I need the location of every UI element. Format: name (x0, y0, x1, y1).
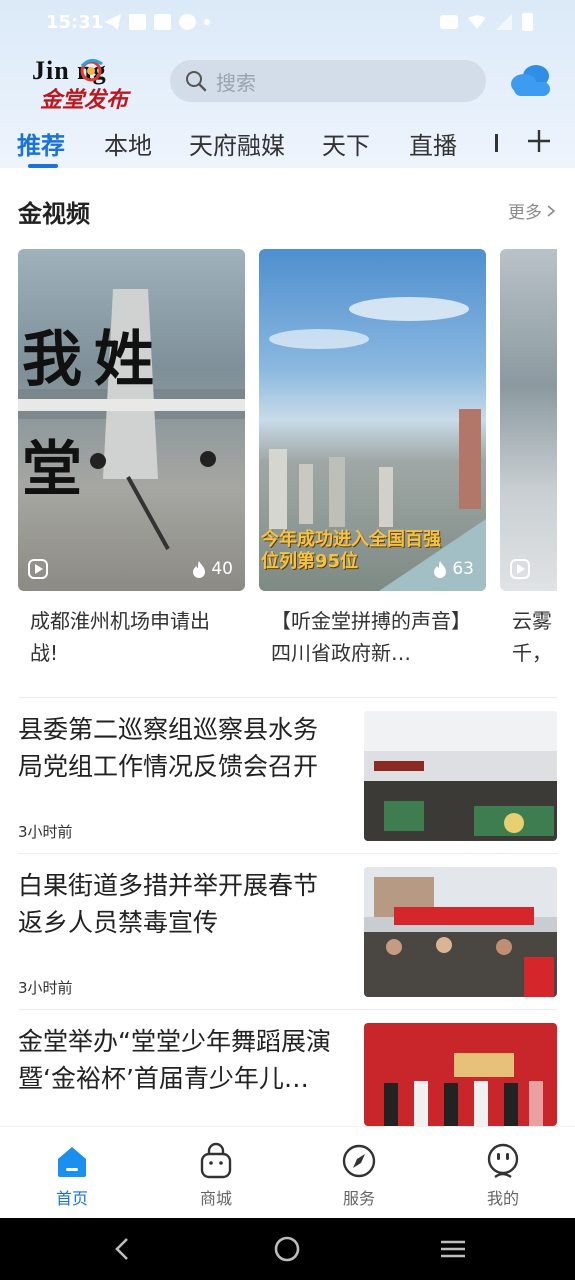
play-icon (28, 559, 48, 579)
video-thumbnail: 我姓 堂 40 (18, 249, 245, 591)
status-time: 15:31 (46, 12, 104, 33)
more-videos-link[interactable]: 更多 (508, 198, 556, 223)
shop-bag-icon (200, 1142, 232, 1179)
tab-world[interactable]: 天下 (322, 126, 370, 161)
chevron-right-icon (547, 204, 556, 217)
recents-menu-icon[interactable] (438, 1234, 468, 1264)
news-thumbnail (364, 867, 557, 997)
vibrate-icon (440, 15, 458, 29)
help-icon (179, 14, 196, 30)
news-list-item[interactable]: 县委第二巡察组巡察县水务局党组工作情况反馈会召开 3小时前 (0, 711, 575, 856)
home-button-icon[interactable] (272, 1234, 302, 1264)
logo-text-cn: 金堂发布 (40, 87, 129, 113)
award-ceremony-image (364, 1023, 557, 1126)
more-label: 更多 (508, 203, 542, 223)
tab-local[interactable]: 本地 (104, 126, 152, 161)
news-title: 金堂举办“堂堂少年舞蹈展演暨‘金裕杯’首届青少年儿… (18, 1027, 331, 1093)
nav-shop[interactable]: 商城 (176, 1141, 256, 1209)
news-thumbnail (364, 1023, 557, 1126)
more-dot-icon (204, 19, 210, 25)
add-channel-icon[interactable] (524, 122, 554, 156)
video-card[interactable]: 我姓 堂 40 成都淮州机场申请出战! (18, 249, 245, 669)
profile-face-icon (487, 1143, 519, 1178)
news-time: 3小时前 (18, 979, 73, 997)
status-bar: 15:31 (0, 0, 575, 46)
battery-icon (522, 13, 533, 31)
divider (18, 1009, 558, 1010)
video-thumbnail (500, 249, 557, 591)
news-time: 3小时前 (18, 823, 73, 841)
video-card[interactable]: 云雾 千， (500, 249, 575, 669)
tab-recommend[interactable]: 推荐 (17, 126, 65, 161)
channel-tabs: 推荐 本地 天府融媒 天下 直播 (0, 120, 575, 168)
search-icon (186, 71, 207, 92)
system-status-icons (440, 13, 533, 31)
section-title-video: 金视频 (18, 200, 90, 228)
video-overlay-title: 今年成功进入全国百强 位列第95位 (261, 529, 441, 572)
news-title: 白果街道多措并举开展春节返乡人员禁毒宣传 (18, 871, 319, 937)
active-tab-indicator (28, 164, 58, 168)
search-input[interactable]: 搜索 (170, 60, 486, 102)
hot-count-value: 63 (452, 559, 474, 579)
video-caption: 【听金堂拼搏的声音】 四川省政府新… (271, 609, 471, 665)
app-logo[interactable]: Jin ng 金堂发布 (30, 52, 148, 113)
nav-label: 我的 (486, 1189, 519, 1208)
nav-home[interactable]: 首页 (32, 1141, 112, 1209)
play-icon (510, 559, 530, 579)
search-placeholder: 搜索 (216, 70, 256, 95)
video-caption: 成都淮州机场申请出战! (30, 609, 210, 665)
system-navigation-bar (0, 1218, 575, 1280)
news-list-item[interactable]: 金堂举办“堂堂少年舞蹈展演暨‘金裕杯’首届青少年儿… (0, 1023, 575, 1126)
video-thumbnail: 今年成功进入全国百强 位列第95位 63 (259, 249, 486, 591)
divider (18, 853, 558, 854)
meeting-hall-image (364, 711, 557, 841)
telegram-icon (104, 14, 121, 30)
tab-tianfu-media[interactable]: 天府融媒 (189, 126, 285, 161)
flame-icon (434, 561, 447, 578)
news-thumbnail (364, 711, 557, 841)
signal-icon (496, 14, 512, 30)
hot-count: 63 (432, 559, 474, 579)
nav-profile[interactable]: 我的 (463, 1141, 543, 1209)
home-icon (58, 1147, 86, 1177)
video-card[interactable]: 今年成功进入全国百强 位列第95位 63 【听金堂拼搏的声音】 四川省政府新… (259, 249, 486, 669)
nav-label: 商城 (199, 1189, 232, 1208)
wifi-icon (468, 15, 486, 29)
divider (18, 697, 558, 698)
tab-live[interactable]: 直播 (409, 126, 457, 161)
hot-count-value: 40 (211, 559, 233, 579)
back-icon[interactable] (108, 1234, 138, 1264)
compass-icon (342, 1144, 376, 1178)
bottom-navigation: 首页 商城 服务 我的 (0, 1126, 575, 1218)
news-list-item[interactable]: 白果街道多措并举开展春节返乡人员禁毒宣传 3小时前 (0, 867, 575, 1012)
notification-icons (104, 14, 210, 30)
flame-icon (193, 561, 206, 578)
mail-icon (129, 14, 146, 30)
weather-cloud-icon[interactable] (508, 60, 554, 100)
video-caption: 云雾 千， (512, 609, 552, 665)
mail-icon (154, 14, 171, 30)
hot-count: 40 (191, 559, 233, 579)
nav-label: 首页 (55, 1189, 88, 1208)
outdoor-event-image (364, 867, 557, 997)
nav-label: 服务 (342, 1189, 375, 1208)
nav-service[interactable]: 服务 (319, 1141, 399, 1209)
tab-overflow-divider (495, 134, 498, 152)
video-overlay-title: 我姓 堂 (22, 325, 166, 505)
logo-swirl-icon (80, 59, 103, 82)
news-title: 县委第二巡察组巡察县水务局党组工作情况反馈会召开 (18, 715, 319, 781)
